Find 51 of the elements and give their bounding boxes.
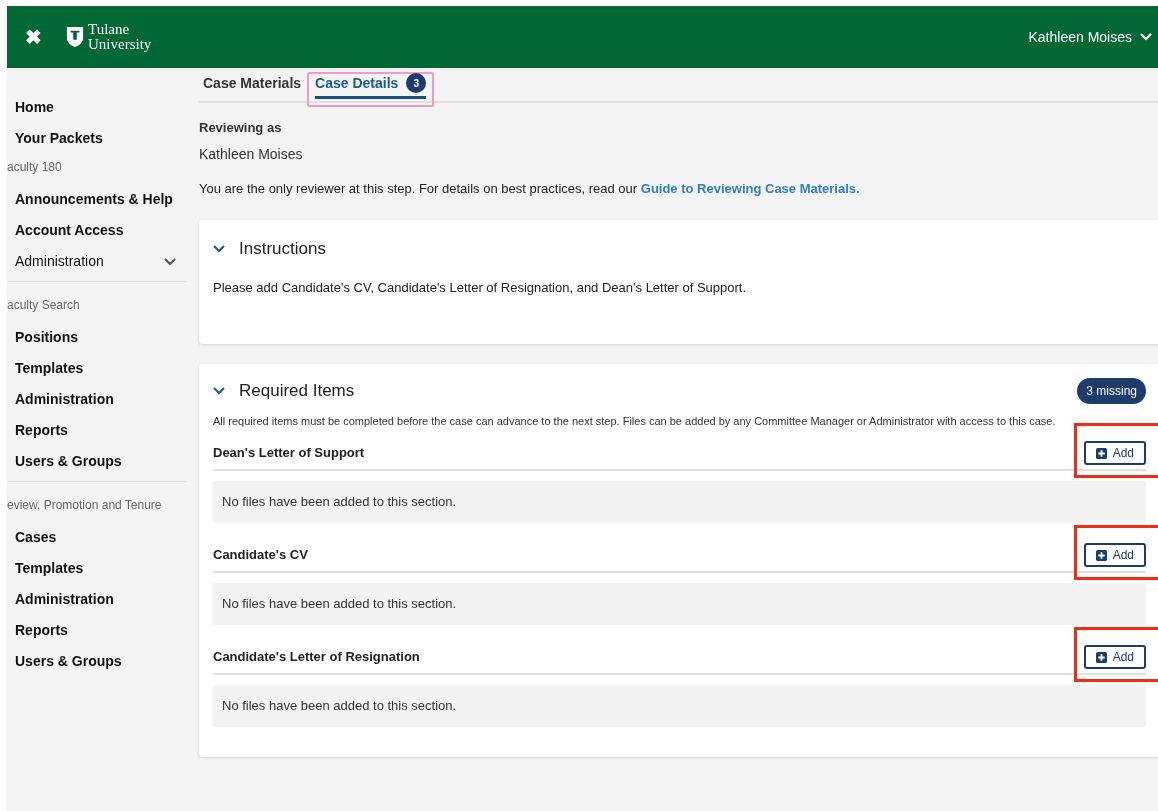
- plus-square-icon: [1095, 651, 1107, 663]
- instructions-text: Please add Candidate's CV, Candidate's Letter of Resignation, and Dean's Letter of Support.: [213, 278, 748, 297]
- add-button[interactable]: Add: [1083, 645, 1146, 669]
- logo-text: Tulane: [88, 22, 131, 37]
- sidebar-heading: aculty Search: [7, 297, 81, 314]
- plus-square-icon: [1095, 447, 1107, 459]
- plus-square-icon: [1095, 549, 1107, 561]
- section-toggle[interactable]: Required Items: [213, 378, 355, 404]
- count-badge: 3: [406, 73, 427, 93]
- sidebar-item[interactable]: Users & Groups: [7, 646, 186, 677]
- missing-badge: 3 missing: [1077, 378, 1146, 404]
- sidebar-item[interactable]: Administration: [7, 384, 186, 415]
- chevron-down-icon: [213, 244, 225, 253]
- sidebar-item[interactable]: Cases: [7, 522, 186, 553]
- tab[interactable]: Case Details 3: [315, 70, 427, 99]
- sidebar-item[interactable]: Home: [7, 92, 186, 123]
- reviewer-label: Reviewing as: [199, 119, 283, 137]
- item-title: Candidate's Letter of Resignation: [213, 648, 420, 667]
- tab[interactable]: Case Materials: [203, 70, 302, 99]
- sidebar-item[interactable]: Users & Groups: [7, 446, 186, 477]
- chevron-down-icon: [213, 387, 225, 395]
- item-title: Dean's Letter of Support: [213, 444, 365, 463]
- empty-message: No files have been added to this section.: [222, 493, 457, 512]
- sidebar-item[interactable]: Positions: [7, 322, 186, 353]
- reviewer-name: Kathleen Moises: [199, 144, 304, 164]
- sidebar-item[interactable]: Administration: [7, 246, 186, 277]
- empty-message: No files have been added to this section.: [222, 595, 457, 614]
- item-title: Candidate's CV: [213, 546, 308, 565]
- sidebar-item[interactable]: Account Access: [7, 215, 186, 246]
- sidebar-item[interactable]: Your Packets: [7, 123, 186, 154]
- guide-link[interactable]: Guide to Reviewing Case Materials.: [640, 180, 860, 196]
- required-text: All required items must be completed before the case can advance to the next step. Files can be added by any Committee Manager or Administrator with access to this case.: [213, 414, 1057, 429]
- notice-text: You are the only reviewer at this step. For details on best practices, read our Guide to Reviewing Case Materials.: [199, 179, 861, 198]
- sidebar-item[interactable]: Templates: [7, 553, 186, 584]
- empty-message: No files have been added to this section.: [222, 697, 457, 716]
- user-menu[interactable]: Kathleen Moises: [1028, 26, 1152, 48]
- shield-logo-icon: [66, 26, 84, 48]
- add-button[interactable]: Add: [1083, 543, 1146, 567]
- sidebar-heading: eview, Promotion and Tenure: [7, 497, 163, 514]
- section-toggle[interactable]: Instructions: [213, 236, 326, 262]
- sidebar-item[interactable]: Templates: [7, 353, 186, 384]
- close-button[interactable]: ✖: [25, 27, 42, 47]
- sidebar-item[interactable]: Reports: [7, 615, 186, 646]
- logo-text: University: [88, 37, 152, 52]
- chevron-down-icon: [1140, 33, 1152, 41]
- sidebar-item[interactable]: Reports: [7, 415, 186, 446]
- add-button[interactable]: Add: [1083, 441, 1146, 465]
- sidebar-item[interactable]: Announcements & Help: [7, 184, 186, 215]
- chevron-down-icon: [164, 257, 176, 266]
- sidebar-item[interactable]: Administration: [7, 584, 186, 615]
- sidebar-heading: aculty 180: [7, 159, 63, 176]
